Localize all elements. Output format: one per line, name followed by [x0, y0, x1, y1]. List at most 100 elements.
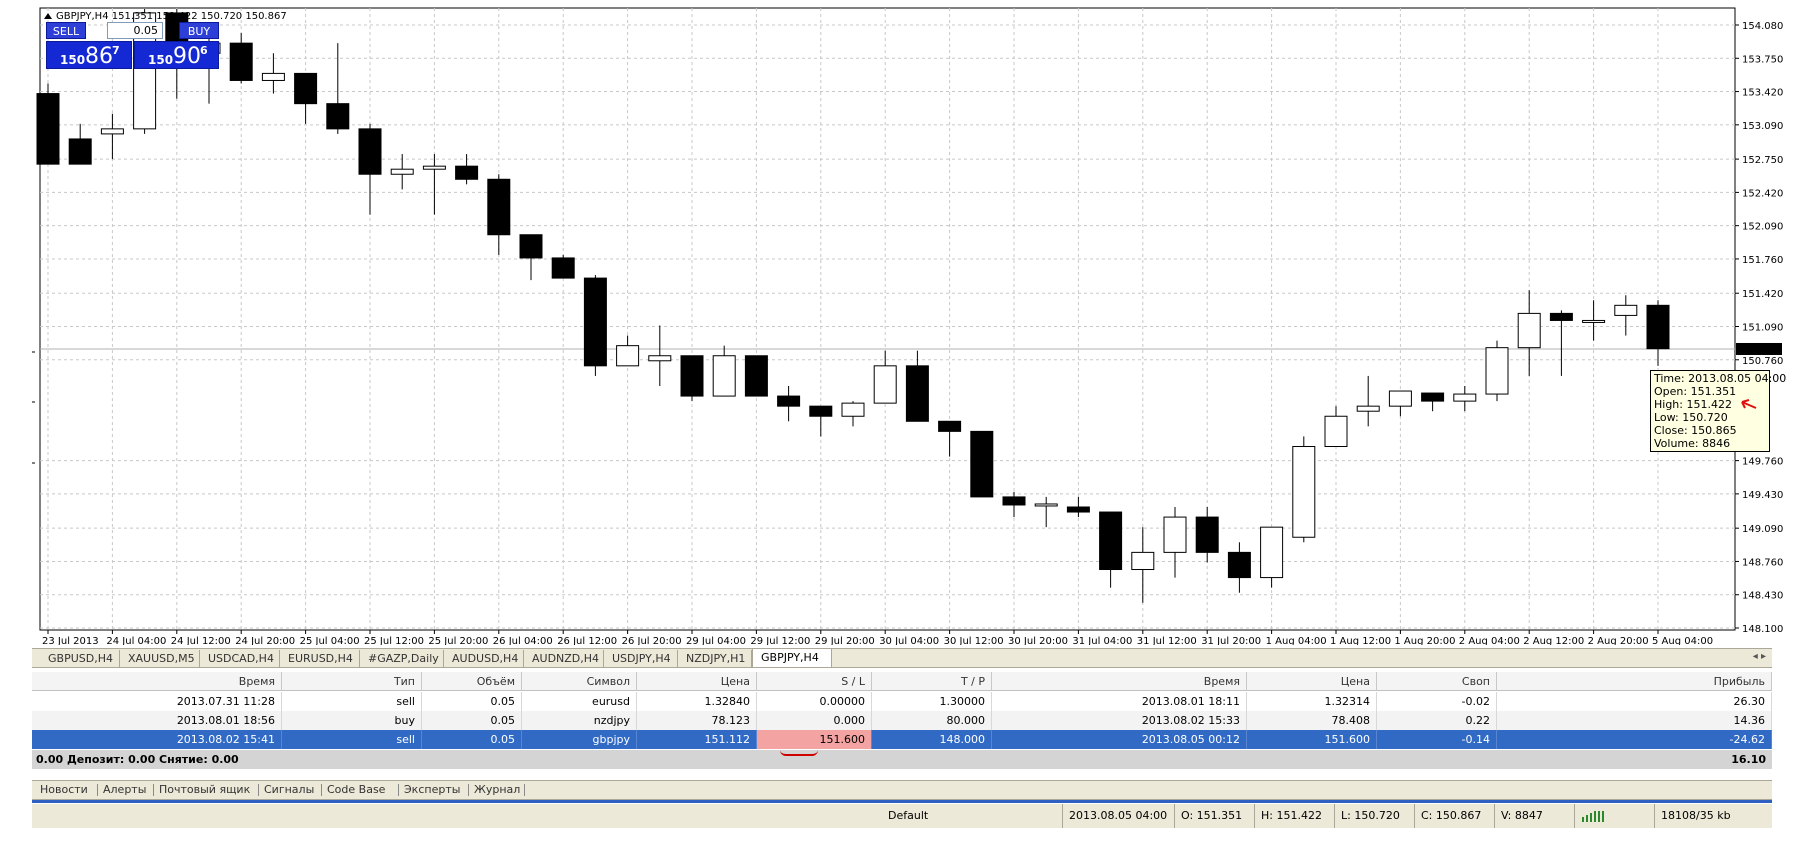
time-tick-label: 24 Jul 20:00	[235, 636, 295, 645]
tab-scroll-arrows[interactable]: ◂ ▸	[1753, 651, 1766, 662]
tab-separator	[153, 784, 154, 796]
time-tick-label: 29 Jul 12:00	[750, 636, 810, 645]
terminal-tab-3[interactable]: Сигналы	[264, 781, 314, 799]
header-col-symbol[interactable]: Символ	[522, 672, 637, 691]
table-header-row: Время Тип Объём Символ Цена S / LT / P Время Це…	[32, 672, 1772, 691]
header-col-type[interactable]: Тип	[282, 672, 422, 691]
time-tick-label: 31 Jul 12:00	[1137, 636, 1197, 645]
red-arrow-annotation	[1741, 399, 1757, 409]
table-row-selected[interactable]: 2013.08.02 15:41 sell 0.05 gbpjpy 151.112 151…	[32, 730, 1772, 749]
symbol-tab-eurusd-h4[interactable]: EURUSD,H4	[280, 650, 360, 667]
candle-bear	[487, 178, 511, 236]
header-col-close-price[interactable]: Цена	[1247, 672, 1377, 691]
cell-col-type: sell	[282, 692, 422, 711]
cell-col-price: 78.123	[637, 711, 757, 730]
terminal-tab-6[interactable]: Журнал	[474, 781, 520, 799]
header-col-price[interactable]: Цена	[637, 672, 757, 691]
candle-bear	[1227, 551, 1251, 579]
price-chart[interactable]: 154.080 153.750 153.420 153.090 152.750 152.4…	[0, 0, 1808, 645]
buy-price-box[interactable]: 150 90 6	[134, 41, 219, 69]
connection-icon	[1574, 804, 1654, 828]
buy-button[interactable]: BUY	[179, 22, 219, 39]
candle-bear	[68, 138, 92, 165]
chart-area[interactable]: 154.080 153.750 153.420 153.090 152.750 152.4…	[0, 0, 1808, 645]
candle-bull	[100, 128, 124, 135]
symbol-tab-xauusd-m5[interactable]: XAUUSD,M5	[120, 650, 200, 667]
sell-price-box[interactable]: 150 86 7	[46, 41, 132, 69]
candle-bear	[519, 234, 543, 259]
cell-col-close-time: 2013.08.01 18:11	[992, 692, 1247, 711]
sell-price-prefix: 150	[60, 53, 86, 67]
candle-bear	[1646, 304, 1670, 350]
chart-header: GBPJPY,H4 151.351 151.422 150.720 150.86…	[56, 11, 287, 22]
header-col-profit[interactable]: Прибыль	[1497, 672, 1772, 691]
terminal-tab-2[interactable]: Почтовый ящик	[159, 781, 250, 799]
candle-bear	[1421, 392, 1445, 402]
terminal-tab-1[interactable]: Алерты	[103, 781, 146, 799]
symbol-tab-usdjpy-h4[interactable]: USDJPY,H4	[604, 650, 678, 667]
header-col-tp[interactable]: T / P	[872, 672, 992, 691]
price-tick-label: 153.090	[1742, 121, 1783, 132]
symbol-tab-gbpusd-h4[interactable]: GBPUSD,H4	[40, 650, 120, 667]
table-row[interactable]: 2013.08.01 18:56 buy 0.05 nzdjpy 78.123 0.000…	[32, 711, 1772, 730]
cell-col-profit: -24.62	[1497, 730, 1772, 749]
buy-price-point: 6	[200, 44, 208, 57]
cell-col-swap: -0.02	[1377, 692, 1497, 711]
time-tick-label: 26 Jul 04:00	[493, 636, 553, 645]
sell-button[interactable]: SELL	[46, 22, 86, 39]
current-price-label: 150.867	[1740, 345, 1781, 356]
time-tick-label: 31 Jul 20:00	[1201, 636, 1261, 645]
time-tick-label: 23 Jul 2013	[42, 636, 99, 645]
cell-col-close-price: 151.600	[1247, 730, 1377, 749]
price-tick-label: 149.430	[1742, 490, 1783, 501]
symbol-tab-nzdjpy-h1[interactable]: NZDJPY,H1	[678, 650, 752, 667]
candle-bull	[1034, 503, 1058, 507]
candle-bear	[229, 42, 253, 81]
terminal-tab-4[interactable]: Code Base	[327, 781, 385, 799]
cell-col-symbol: eurusd	[522, 692, 637, 711]
candle-bull	[1324, 415, 1348, 447]
sell-price-main: 86	[85, 44, 113, 69]
candle-bull	[1614, 304, 1638, 316]
price-tick-label: 153.420	[1742, 88, 1783, 99]
header-col-close-time[interactable]: Время	[992, 672, 1247, 691]
tooltip-close: Close: 150.865	[1654, 424, 1737, 437]
buy-price-prefix: 150	[148, 53, 174, 67]
time-tick-label: 29 Jul 04:00	[686, 636, 746, 645]
tooltip-time: Time: 2013.08.05 04:00	[1654, 372, 1787, 385]
cell-col-swap: -0.14	[1377, 730, 1497, 749]
candle-bull	[390, 168, 414, 175]
tooltip-volume: Volume: 8846	[1654, 437, 1731, 450]
time-tick-label: 2 Aug 12:00	[1523, 636, 1584, 645]
candle-bear	[905, 365, 929, 422]
header-col-volume[interactable]: Объём	[422, 672, 522, 691]
symbol-tab--gazp-daily[interactable]: #GAZP,Daily	[360, 650, 444, 667]
time-tick-label: 29 Jul 20:00	[815, 636, 875, 645]
header-col-swap[interactable]: Своп	[1377, 672, 1497, 691]
table-row[interactable]: 2013.07.31 11:28 sell 0.05 eurusd 1.32840 0.0…	[32, 692, 1772, 711]
one-click-trading-panel: SELL 0.05 BUY 150 86 7 150 90 6	[46, 22, 219, 69]
symbol-tab-gbpjpy-h4[interactable]: GBPJPY,H4	[752, 648, 832, 668]
terminal-tab-5[interactable]: Эксперты	[404, 781, 460, 799]
price-tick-label: 154.080	[1742, 21, 1783, 32]
tab-separator	[97, 784, 98, 796]
time-tick-label: 30 Jul 20:00	[1008, 636, 1068, 645]
tab-separator	[524, 784, 525, 796]
status-traffic: 18108/35 kb	[1654, 804, 1772, 828]
table-total-row: 0.00 Депозит: 0.00 Снятие: 0.00 16.10	[32, 750, 1772, 769]
candle-bull	[261, 72, 285, 81]
header-col-time[interactable]: Время	[32, 672, 282, 691]
lot-size-input[interactable]: 0.05	[107, 22, 163, 39]
candle-bull	[1260, 526, 1284, 579]
candle-bear	[1195, 516, 1219, 553]
symbol-tabs: GBPUSD,H4 XAUUSD,M5 USDCAD,H4 EURUSD,H4 #GAZ…	[32, 648, 1772, 668]
candle-bull	[841, 402, 865, 417]
status-volume: V: 8847	[1494, 804, 1574, 828]
symbol-tab-audusd-h4[interactable]: AUDUSD,H4	[444, 650, 524, 667]
symbol-tab-usdcad-h4[interactable]: USDCAD,H4	[200, 650, 280, 667]
price-tick-label: 148.100	[1742, 624, 1783, 635]
symbol-tab-audnzd-h4[interactable]: AUDNZD,H4	[524, 650, 604, 667]
header-col-sl[interactable]: S / L	[757, 672, 872, 691]
terminal-tab-0[interactable]: Новости	[40, 781, 88, 799]
candle-bear	[777, 395, 801, 407]
